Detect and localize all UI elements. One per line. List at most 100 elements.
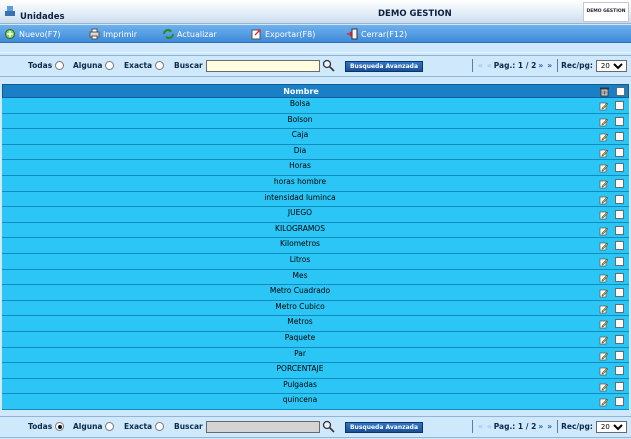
edit-pencil-icon[interactable] <box>599 101 609 111</box>
records-per-page-select[interactable]: 20 <box>595 59 627 72</box>
filter-todas[interactable]: Todas <box>28 422 65 431</box>
first-page-button[interactable]: « <box>478 61 483 70</box>
row-checkbox[interactable] <box>615 350 624 360</box>
edit-pencil-icon[interactable] <box>599 366 609 376</box>
radio-alguna[interactable] <box>105 422 115 431</box>
row-checkbox[interactable] <box>615 319 624 329</box>
row-checkbox[interactable] <box>615 178 624 188</box>
table-row[interactable]: Metro Cubico <box>2 300 629 317</box>
edit-pencil-icon[interactable] <box>599 382 609 392</box>
table-row[interactable]: horas hombre <box>2 175 629 192</box>
row-checkbox[interactable] <box>615 225 624 235</box>
edit-pencil-icon[interactable] <box>599 210 609 220</box>
table-row[interactable]: quincena <box>2 394 629 410</box>
page-slash: / <box>525 422 529 431</box>
prev-page-button[interactable]: « <box>487 61 492 70</box>
edit-pencil-icon[interactable] <box>599 273 609 283</box>
row-checkbox[interactable] <box>615 194 624 204</box>
table-row[interactable]: Paquete <box>2 331 629 348</box>
row-checkbox[interactable] <box>615 303 624 313</box>
search-input[interactable] <box>206 60 320 72</box>
table-row[interactable]: Metros <box>2 316 629 332</box>
radio-exacta[interactable] <box>155 422 165 431</box>
row-checkbox[interactable] <box>615 132 624 142</box>
row-checkbox[interactable] <box>615 272 624 282</box>
edit-pencil-icon[interactable] <box>599 304 609 314</box>
row-checkbox[interactable] <box>615 241 624 251</box>
table-row[interactable]: Pulgadas <box>2 378 629 395</box>
grid-rows: Bolsa Bolson Caja Dia Horas horas hombre inten… <box>2 98 629 410</box>
prev-page-button[interactable]: « <box>487 422 492 431</box>
advanced-search-button[interactable]: Busqueda Avanzada <box>345 61 423 72</box>
search-input[interactable] <box>206 421 320 433</box>
filter-exacta[interactable]: Exacta <box>124 61 165 70</box>
edit-pencil-icon[interactable] <box>599 257 609 267</box>
print-button[interactable]: Imprimir <box>88 27 137 41</box>
edit-pencil-icon[interactable] <box>599 148 609 158</box>
search-icon[interactable] <box>322 420 335 433</box>
row-checkbox[interactable] <box>615 116 624 126</box>
table-row[interactable]: KILOGRAMOS <box>2 222 629 239</box>
filter-alguna[interactable]: Alguna <box>73 61 115 70</box>
row-checkbox[interactable] <box>615 334 624 344</box>
close-button[interactable]: Cerrar(F12) <box>346 27 407 41</box>
edit-pencil-icon[interactable] <box>599 335 609 345</box>
export-button[interactable]: Exportar(F8) <box>250 27 315 41</box>
edit-pencil-icon[interactable] <box>599 288 609 298</box>
table-row[interactable]: Mes <box>2 269 629 286</box>
edit-pencil-icon[interactable] <box>599 179 609 189</box>
filter-exacta[interactable]: Exacta <box>124 422 165 431</box>
table-row[interactable]: Kilometros <box>2 238 629 254</box>
pager-top: « « Pag.: 1 / 2 » » Rec/pg: 20 <box>469 58 627 73</box>
table-row[interactable]: Par <box>2 347 629 364</box>
records-per-page-select[interactable]: 20 <box>595 420 627 433</box>
edit-pencil-icon[interactable] <box>599 163 609 173</box>
row-name: intensidad luminca <box>264 192 336 202</box>
edit-pencil-icon[interactable] <box>599 319 609 329</box>
radio-todas[interactable] <box>55 422 65 431</box>
advanced-search-button[interactable]: Busqueda Avanzada <box>345 422 423 433</box>
row-checkbox[interactable] <box>615 210 624 220</box>
table-row[interactable]: Metro Cuadrado <box>2 285 629 301</box>
last-page-button[interactable]: » <box>547 422 552 431</box>
filter-todas[interactable]: Todas <box>28 61 65 70</box>
table-row[interactable]: JUEGO <box>2 207 629 223</box>
first-page-button[interactable]: « <box>478 422 483 431</box>
edit-pencil-icon[interactable] <box>599 195 609 205</box>
radio-alguna[interactable] <box>105 61 115 70</box>
refresh-button[interactable]: Actualizar <box>162 27 217 41</box>
select-all-checkbox[interactable] <box>616 87 625 96</box>
row-checkbox[interactable] <box>615 101 624 110</box>
table-row[interactable]: Bolson <box>2 113 629 130</box>
edit-pencil-icon[interactable] <box>599 132 609 142</box>
column-header-nombre[interactable]: Nombre <box>3 87 599 96</box>
row-checkbox[interactable] <box>615 288 624 298</box>
row-checkbox[interactable] <box>615 397 624 407</box>
last-page-button[interactable]: » <box>547 61 552 70</box>
row-checkbox[interactable] <box>615 366 624 376</box>
table-row[interactable]: PORCENTAJE <box>2 363 629 379</box>
edit-pencil-icon[interactable] <box>599 351 609 361</box>
radio-todas[interactable] <box>55 61 65 70</box>
edit-pencil-icon[interactable] <box>599 117 609 127</box>
edit-pencil-icon[interactable] <box>599 226 609 236</box>
filter-alguna[interactable]: Alguna <box>73 422 115 431</box>
row-checkbox[interactable] <box>615 381 624 391</box>
next-page-button[interactable]: » <box>538 422 543 431</box>
table-row[interactable]: intensidad luminca <box>2 191 629 208</box>
search-icon[interactable] <box>322 59 335 72</box>
next-page-button[interactable]: » <box>538 61 543 70</box>
row-checkbox[interactable] <box>615 163 624 173</box>
edit-pencil-icon[interactable] <box>599 397 609 407</box>
table-row[interactable]: Bolsa <box>2 98 629 114</box>
row-checkbox[interactable] <box>615 256 624 266</box>
delete-trash-icon[interactable] <box>599 86 610 97</box>
table-row[interactable]: Horas <box>2 160 629 176</box>
radio-exacta[interactable] <box>155 61 165 70</box>
edit-pencil-icon[interactable] <box>599 241 609 251</box>
new-button[interactable]: Nuevo(F7) <box>4 27 61 41</box>
table-row[interactable]: Litros <box>2 253 629 270</box>
table-row[interactable]: Dia <box>2 144 629 161</box>
row-checkbox[interactable] <box>615 147 624 157</box>
table-row[interactable]: Caja <box>2 129 629 145</box>
